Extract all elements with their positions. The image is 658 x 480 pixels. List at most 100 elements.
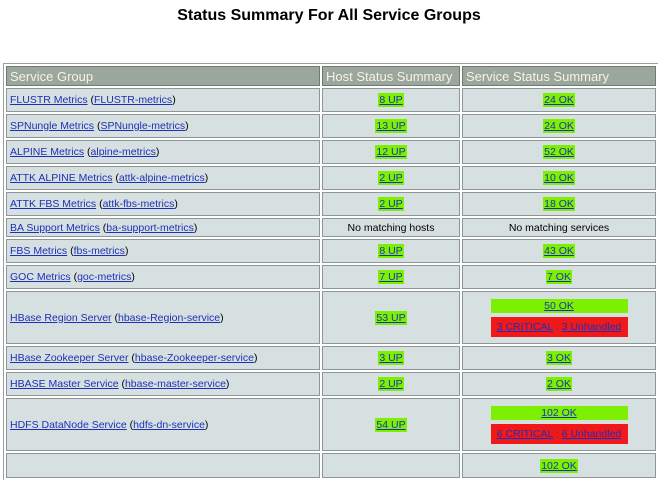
service-group-link[interactable]: ATTK FBS Metrics (10, 198, 96, 210)
service-group-link[interactable]: SPNungle Metrics (10, 120, 94, 132)
table-row: ATTK FBS Metrics (attk-fbs-metrics) 2 UP… (6, 192, 656, 216)
host-up-badge[interactable]: 12 UP (375, 145, 407, 159)
service-critical-bar: 6 CRITICAL : 6 Unhandled (490, 423, 628, 444)
host-status-cell: No matching hosts (322, 218, 460, 237)
service-ok-badge[interactable]: 102 OK (540, 458, 578, 473)
service-group-link[interactable]: HBASE Master Service (10, 378, 119, 390)
host-up-badge[interactable]: 8 UP (378, 93, 404, 107)
service-ok-badge[interactable]: 3 OK (546, 351, 572, 365)
service-group-alias-link[interactable]: attk-alpine-metrics (119, 172, 205, 184)
table-row: SPNungle Metrics (SPNungle-metrics) 13 U… (6, 114, 656, 138)
service-ok-link[interactable]: 102 OK (541, 407, 577, 419)
service-unhandled-link[interactable]: 6 Unhandled (562, 428, 622, 440)
table-row: HBase Region Server (hbase-Region-servic… (6, 291, 656, 344)
critical-separator: : (552, 320, 562, 333)
service-group-cell: FBS Metrics (fbs-metrics) (6, 239, 320, 263)
host-status-cell: 3 UP (322, 346, 460, 370)
host-status-cell: 54 UP (322, 398, 460, 451)
service-group-link[interactable]: GOC Metrics (10, 271, 71, 283)
service-status-cell: 102 OK 6 CRITICAL : 6 Unhandled (462, 398, 656, 451)
critical-separator: : (552, 427, 562, 440)
service-group-alias-link[interactable]: SPNungle-metrics (100, 120, 185, 132)
service-critical-link[interactable]: 3 CRITICAL (497, 321, 553, 333)
host-up-badge[interactable]: 2 UP (378, 377, 404, 391)
service-status-cell: 24 OK (462, 114, 656, 138)
host-status-cell: 2 UP (322, 166, 460, 190)
table-row: FBS Metrics (fbs-metrics) 8 UP 43 OK (6, 239, 656, 263)
service-status-cell: 18 OK (462, 192, 656, 216)
table-header-row: Service Group Host Status Summary Servic… (6, 66, 656, 86)
service-group-cell: SPNungle Metrics (SPNungle-metrics) (6, 114, 320, 138)
service-ok-bar: 102 OK (490, 405, 628, 420)
service-group-cell: ATTK FBS Metrics (attk-fbs-metrics) (6, 192, 320, 216)
host-up-badge[interactable]: 7 UP (378, 270, 404, 284)
host-status-cell: 8 UP (322, 88, 460, 112)
table-row: GOC Metrics (goc-metrics) 7 UP 7 OK (6, 265, 656, 289)
service-status-cell: 3 OK (462, 346, 656, 370)
service-status-cell: 52 OK (462, 140, 656, 164)
service-ok-badge[interactable]: 43 OK (543, 244, 575, 258)
service-status-cell: 10 OK (462, 166, 656, 190)
service-group-cell: ALPINE Metrics (alpine-metrics) (6, 140, 320, 164)
service-group-link[interactable]: HBase Region Server (10, 312, 112, 324)
service-group-link[interactable]: ATTK ALPINE Metrics (10, 172, 113, 184)
table-row: BA Support Metrics (ba-support-metrics) … (6, 218, 656, 237)
service-status-cell: 2 OK (462, 372, 656, 396)
service-unhandled-link[interactable]: 3 Unhandled (562, 321, 622, 333)
host-status-cell: 8 UP (322, 239, 460, 263)
service-ok-badge[interactable]: 24 OK (543, 119, 575, 133)
host-up-badge[interactable]: 2 UP (378, 171, 404, 185)
service-ok-badge[interactable]: 52 OK (543, 145, 575, 159)
service-group-alias-link[interactable]: goc-metrics (77, 271, 131, 283)
host-status-cell: 7 UP (322, 265, 460, 289)
host-up-badge[interactable]: 8 UP (378, 244, 404, 258)
table-row: ALPINE Metrics (alpine-metrics) 12 UP 52… (6, 140, 656, 164)
host-status-cell (322, 453, 460, 478)
service-ok-badge[interactable]: 18 OK (543, 197, 575, 211)
service-group-alias-link[interactable]: alpine-metrics (91, 146, 156, 158)
service-ok-badge[interactable]: 24 OK (543, 93, 575, 107)
host-status-cell: 2 UP (322, 192, 460, 216)
host-up-badge[interactable]: 54 UP (375, 417, 407, 432)
service-group-alias-link[interactable]: attk-fbs-metrics (103, 198, 175, 210)
service-group-cell: BA Support Metrics (ba-support-metrics) (6, 218, 320, 237)
service-group-cell: GOC Metrics (goc-metrics) (6, 265, 320, 289)
service-group-cell: HDFS DataNode Service (hdfs-dn-service) (6, 398, 320, 451)
service-group-link[interactable]: BA Support Metrics (10, 222, 100, 234)
service-status-cell: No matching services (462, 218, 656, 237)
service-group-cell: HBase Zookeeper Server (hbase-Zookeeper-… (6, 346, 320, 370)
table-row: HBASE Master Service (hbase-master-servi… (6, 372, 656, 396)
service-group-alias-link[interactable]: ba-support-metrics (106, 222, 194, 234)
table-row: FLUSTR Metrics (FLUSTR-metrics) 8 UP 24 … (6, 88, 656, 112)
host-up-badge[interactable]: 53 UP (375, 310, 407, 325)
service-group-link[interactable]: ALPINE Metrics (10, 146, 84, 158)
service-group-alias-link[interactable]: fbs-metrics (74, 245, 125, 257)
no-matching-hosts-text: No matching hosts (347, 221, 435, 234)
host-up-badge[interactable]: 3 UP (378, 351, 404, 365)
service-group-alias-link[interactable]: hbase-master-service (125, 378, 226, 390)
service-group-alias-link[interactable]: hbase-Region-service (118, 312, 220, 324)
service-group-link[interactable]: HBase Zookeeper Server (10, 352, 128, 364)
service-ok-link[interactable]: 50 OK (544, 300, 574, 312)
service-critical-link[interactable]: 6 CRITICAL (497, 428, 553, 440)
service-group-link[interactable]: FLUSTR Metrics (10, 94, 88, 106)
service-group-alias-link[interactable]: FLUSTR-metrics (94, 94, 172, 106)
service-ok-badge[interactable]: 7 OK (546, 270, 572, 284)
service-group-alias-link[interactable]: hbase-Zookeeper-service (135, 352, 254, 364)
service-group-alias-link[interactable]: hdfs-dn-service (133, 419, 205, 431)
header-service-group: Service Group (6, 66, 320, 86)
host-up-badge[interactable]: 2 UP (378, 197, 404, 211)
host-status-cell: 53 UP (322, 291, 460, 344)
service-group-link[interactable]: HDFS DataNode Service (10, 419, 127, 431)
service-group-link[interactable]: FBS Metrics (10, 245, 67, 257)
service-group-cell (6, 453, 320, 478)
table-row: HBase Zookeeper Server (hbase-Zookeeper-… (6, 346, 656, 370)
service-ok-badge[interactable]: 10 OK (543, 171, 575, 185)
table-row: 102 OK (6, 453, 656, 478)
host-status-cell: 2 UP (322, 372, 460, 396)
service-ok-badge[interactable]: 2 OK (546, 377, 572, 391)
service-ok-bar: 50 OK (490, 298, 628, 313)
host-status-cell: 12 UP (322, 140, 460, 164)
service-group-table-container: Service Group Host Status Summary Servic… (3, 63, 658, 480)
host-up-badge[interactable]: 13 UP (375, 119, 407, 133)
